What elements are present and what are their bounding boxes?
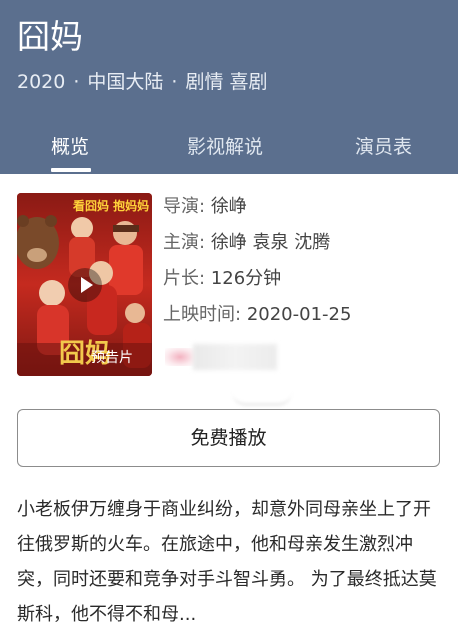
director-value: 徐峥 — [210, 196, 247, 217]
release-label: 上映时间: — [163, 304, 242, 325]
movie-meta: 2020 · 中国大陆 · 剧情 喜剧 — [17, 69, 268, 95]
director-row: 导演: 徐峥 — [163, 192, 453, 228]
cast-label: 主演: — [163, 232, 206, 253]
blurred-text — [193, 344, 277, 370]
movie-title: 囧妈 — [17, 17, 83, 56]
release-row: 上映时间: 2020-01-25 — [163, 300, 453, 336]
cast-value: 徐峥 袁泉 沈腾 — [210, 232, 331, 253]
free-play-button[interactable]: 免费播放 — [17, 409, 440, 467]
play-icon[interactable] — [68, 268, 102, 302]
separator-dot: · — [73, 71, 80, 93]
active-tab-indicator — [51, 168, 91, 172]
separator-dot: · — [171, 71, 178, 93]
movie-info: 导演: 徐峥 主演: 徐峥 袁泉 沈腾 片长: 126分钟 上映时间: 2020… — [163, 192, 453, 336]
blurred-decoration — [232, 392, 292, 406]
genres: 剧情 喜剧 — [185, 71, 268, 93]
tab-bar: 概览 影视解说 演员表 — [0, 126, 458, 174]
runtime-row: 片长: 126分钟 — [163, 264, 453, 300]
year: 2020 — [17, 71, 66, 93]
director-label: 导演: — [163, 196, 206, 217]
release-value: 2020-01-25 — [246, 304, 352, 325]
runtime-label: 片长: — [163, 268, 206, 289]
tab-overview[interactable]: 概览 — [51, 134, 89, 160]
trailer-badge: 预告片 — [91, 350, 133, 366]
synopsis-text[interactable]: 小老板伊万缠身于商业纠纷，却意外同母亲坐上了开往俄罗斯的火车。在旅途中，他和母亲… — [17, 492, 443, 632]
runtime-value: 126分钟 — [210, 268, 282, 289]
region: 中国大陆 — [87, 71, 164, 93]
poster-tagline: 看囧妈 抱妈妈 — [73, 199, 150, 213]
blurred-mark — [165, 348, 195, 366]
cast-row: 主演: 徐峥 袁泉 沈腾 — [163, 228, 453, 264]
header: 囧妈 2020 · 中国大陆 · 剧情 喜剧 概览 影视解说 演员表 — [0, 0, 458, 174]
tab-commentary[interactable]: 影视解说 — [187, 134, 263, 160]
blurred-watermark — [165, 342, 277, 370]
movie-poster[interactable]: 看囧妈 抱妈妈 囧妈 预告片 — [17, 193, 152, 376]
tab-cast[interactable]: 演员表 — [355, 134, 412, 160]
